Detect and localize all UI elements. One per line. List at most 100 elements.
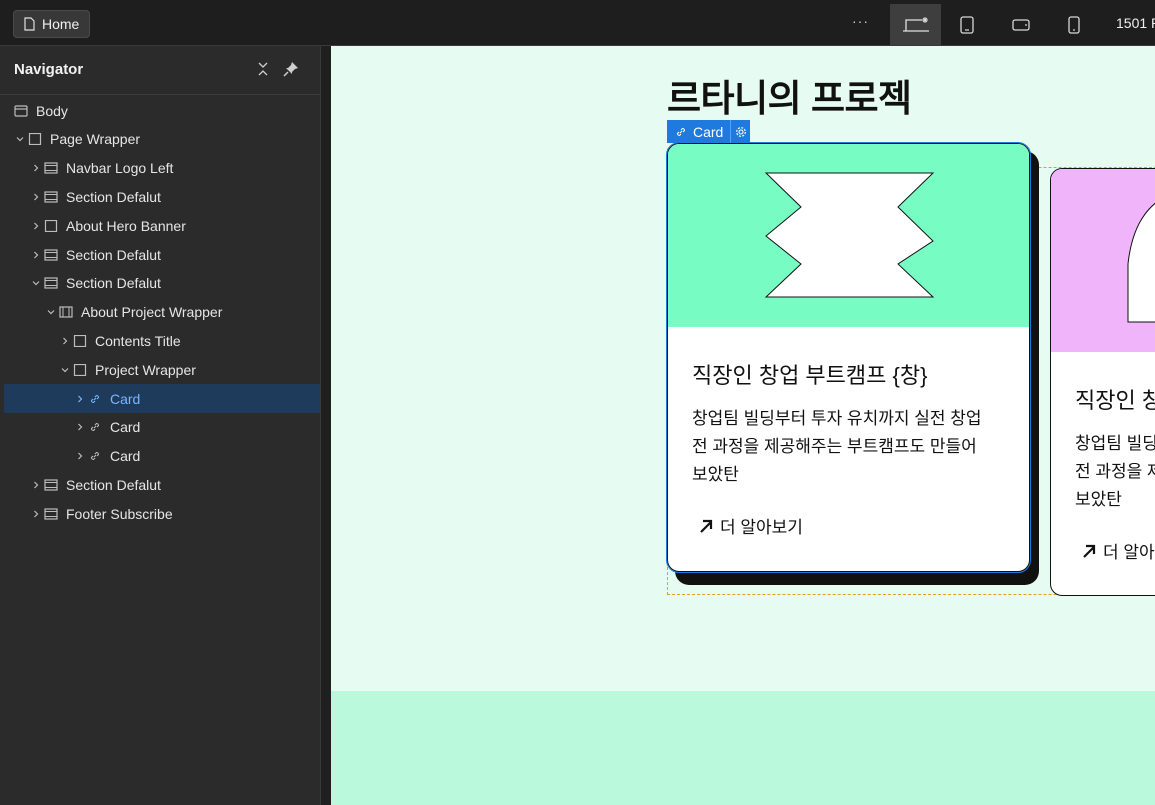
navigator-item[interactable]: Section Defalut <box>4 269 320 298</box>
navigator-item-label: Project Wrapper <box>95 361 196 378</box>
card-description: 창업팀 빌딩 전 과정을 제 보았탄 <box>1075 430 1155 514</box>
breakpoint-mobile-landscape-button[interactable] <box>995 4 1046 45</box>
page-icon <box>24 17 35 31</box>
chevron-right-icon[interactable] <box>30 479 42 491</box>
box-icon <box>28 133 42 146</box>
card-learn-more-link[interactable]: 더 알아 <box>1081 538 1155 563</box>
breakpoint-desktop-base-button[interactable] <box>890 4 941 45</box>
chevron-down-icon[interactable] <box>14 133 26 145</box>
navigator-title: Navigator <box>14 61 84 78</box>
project-card[interactable]: 직장인 창업 부트캠프 {창} 창업팀 빌딩부터 투자 유치까지 실전 창업 전… <box>666 142 1031 573</box>
navigator-item[interactable]: Card <box>4 413 320 442</box>
box-icon <box>73 363 87 376</box>
navigator-item-label: About Project Wrapper <box>81 304 223 321</box>
selection-badge[interactable]: Card <box>667 120 751 143</box>
card-image <box>668 144 1029 327</box>
section-icon <box>44 508 58 520</box>
card-learn-more-link[interactable]: 더 알아보기 <box>698 513 803 538</box>
breakpoint-mobile-portrait-button[interactable] <box>1048 4 1099 45</box>
top-bar: Home ··· 1501 P <box>0 0 1155 46</box>
chevron-right-icon[interactable] <box>30 162 42 174</box>
desktop-star-icon <box>902 16 929 32</box>
settings-gear-button[interactable] <box>730 120 751 143</box>
navigator-item[interactable]: Page Wrapper <box>4 125 320 154</box>
navigator-item[interactable]: Project Wrapper <box>4 355 320 384</box>
selection-label-text: Card <box>693 123 724 140</box>
container-icon <box>59 306 73 318</box>
link-icon <box>90 394 100 403</box>
arrow-up-right-icon <box>1083 544 1096 558</box>
navigator-item[interactable]: Footer Subscribe <box>4 499 320 528</box>
chevron-right-icon[interactable] <box>30 220 42 232</box>
card-title: 직장인 창 <box>1075 388 1155 413</box>
chevron-down-icon[interactable] <box>45 306 57 318</box>
projects-heading[interactable]: 르타니의 프로젝 <box>667 68 912 122</box>
card-title: 직장인 창업 부트캠프 {창} <box>692 363 928 388</box>
navigator-item-label: Card <box>110 448 141 465</box>
breakpoint-tablet-button[interactable] <box>941 4 992 45</box>
body-icon <box>14 104 28 117</box>
chevron-right-icon[interactable] <box>30 508 42 520</box>
card-link-label: 더 알아보기 <box>720 518 803 537</box>
section-icon <box>44 277 58 289</box>
more-options-icon[interactable]: ··· <box>852 13 869 29</box>
tablet-icon <box>959 15 974 34</box>
chevron-right-icon[interactable] <box>30 191 42 203</box>
navigator-item-label: Body <box>36 102 68 119</box>
navigator-item-label: Card <box>110 390 141 407</box>
navigator-item[interactable]: About Project Wrapper <box>4 298 320 327</box>
navigator-panel: Navigator Body Page Wrapper Navbar Logo Le… <box>0 46 320 805</box>
navigator-item[interactable]: About Hero Banner <box>4 211 320 240</box>
phone-portrait-icon <box>1067 15 1080 34</box>
chevron-right-icon[interactable] <box>30 249 42 261</box>
phone-landscape-icon <box>1011 18 1030 31</box>
card-desc-line: 보았탄 <box>1075 490 1122 509</box>
link-icon <box>90 452 100 461</box>
card-desc-line: 전 과정을 제공해주는 부트캠프도 만들어 <box>692 437 977 456</box>
navigator-item-label: Section Defalut <box>66 246 161 263</box>
chevron-right-icon[interactable] <box>74 393 86 405</box>
navigator-item[interactable]: Section Defalut <box>4 182 320 211</box>
chevron-down-icon[interactable] <box>30 277 42 289</box>
arrow-up-right-icon <box>700 519 713 533</box>
card-description: 창업팀 빌딩부터 투자 유치까지 실전 창업 전 과정을 제공해주는 부트캠프도… <box>692 405 1022 489</box>
navigator-item-label: Contents Title <box>95 332 181 349</box>
navigator-item-label: Section Defalut <box>66 188 161 205</box>
navigator-header: Navigator <box>0 46 320 95</box>
card-link-label: 더 알아 <box>1103 543 1155 562</box>
navigator-item-label: Navbar Logo Left <box>66 160 174 177</box>
section-icon <box>44 162 58 174</box>
navigator-item-label: Section Defalut <box>66 275 161 292</box>
link-icon <box>676 127 686 136</box>
page-selector-button[interactable]: Home <box>13 10 91 38</box>
card-illustration <box>668 144 1029 327</box>
navigator-item[interactable]: Body <box>4 96 320 125</box>
section-icon <box>44 248 58 261</box>
navigator-item[interactable]: Navbar Logo Left <box>4 154 320 183</box>
navigator-item[interactable]: Card <box>4 384 320 413</box>
chevron-right-icon[interactable] <box>74 450 86 462</box>
navigator-item-label: About Hero Banner <box>66 217 186 234</box>
navigator-item[interactable]: Contents Title <box>4 326 320 355</box>
pin-icon[interactable] <box>283 61 299 77</box>
box-icon <box>73 334 87 347</box>
link-icon <box>90 423 100 432</box>
design-canvas[interactable]: 르타니의 프로젝 직장인 창업 부트캠프 {창} 창업팀 빌딩부터 투자 유치까… <box>331 46 1155 805</box>
chevron-down-icon[interactable] <box>59 364 71 376</box>
navigator-item-label: Page Wrapper <box>50 131 141 148</box>
card-image <box>1051 169 1155 352</box>
panel-resize-handle[interactable] <box>320 46 331 805</box>
chevron-right-icon[interactable] <box>74 421 86 433</box>
navigator-item[interactable]: Card <box>4 442 320 471</box>
gear-icon <box>735 126 746 137</box>
navigator-item[interactable]: Section Defalut <box>4 470 320 499</box>
footer-section-preview[interactable] <box>331 691 1155 805</box>
collapse-all-icon[interactable] <box>256 61 270 77</box>
project-card[interactable]: 직장인 창 창업팀 빌딩 전 과정을 제 보았탄 더 알아 <box>1050 168 1155 596</box>
section-icon <box>44 479 58 491</box>
canvas-width-readout: 1501 P <box>1116 15 1155 31</box>
chevron-right-icon[interactable] <box>59 335 71 347</box>
card-illustration <box>1051 169 1155 352</box>
navigator-item[interactable]: Section Defalut <box>4 240 320 269</box>
card-desc-line: 창업팀 빌딩 <box>1075 434 1155 453</box>
